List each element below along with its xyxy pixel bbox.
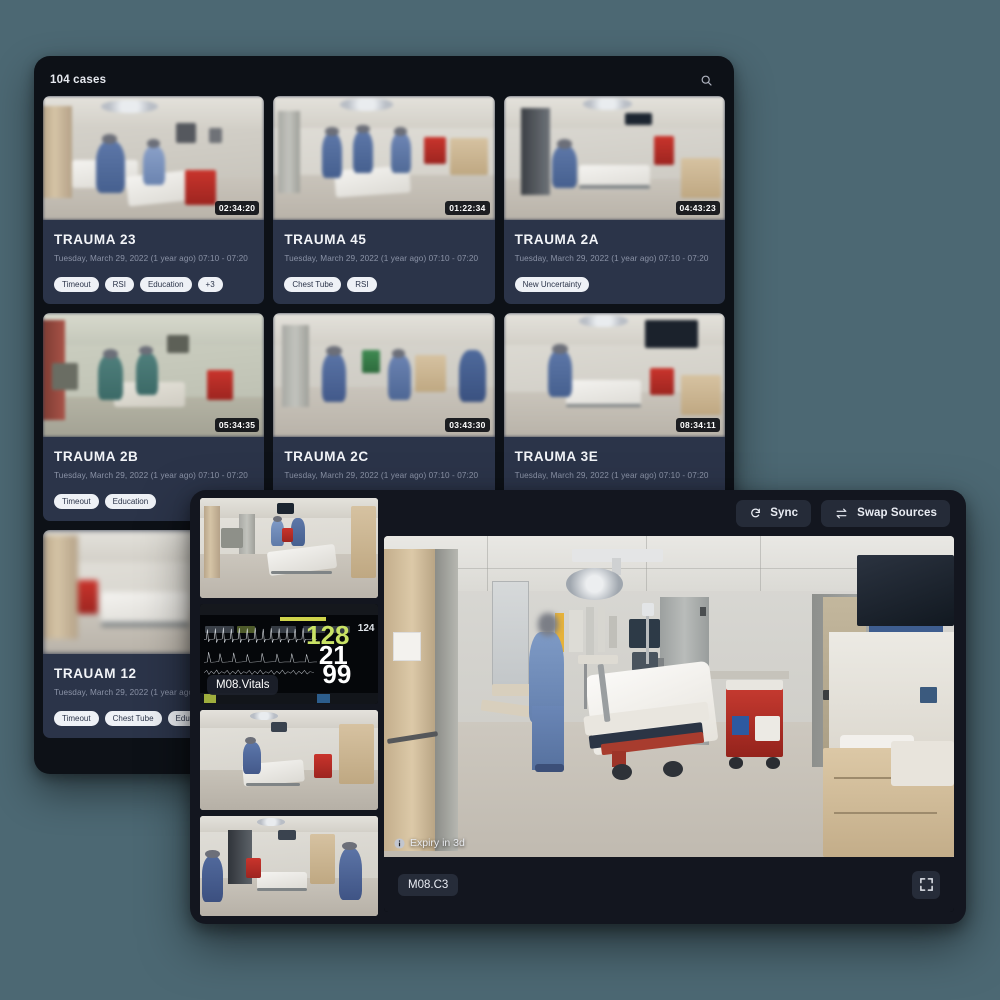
player-footer-bar: M08.C3	[384, 857, 954, 912]
screen: 104 cases 02:34:20 TRAUMA 23 Tuesday, Ma…	[0, 0, 1000, 1000]
case-tag[interactable]: Timeout	[54, 711, 99, 726]
duration-badge: 04:43:23	[675, 201, 720, 215]
source-thumbnail-rail: 128 21 99 124 M08.Vitals	[200, 498, 378, 916]
player-window: Sync Swap Sources 128 21 99 124 M08.Vita…	[190, 490, 966, 924]
case-tag[interactable]: Education	[104, 494, 157, 509]
case-tag[interactable]: New Uncertainty	[514, 277, 590, 292]
vitals-monitor-display: 128 21 99 124 M08.Vitals	[200, 604, 378, 704]
case-tag[interactable]: Timeout	[54, 277, 99, 292]
refresh-icon	[749, 507, 762, 520]
case-tag-list: Chest Tube RSI	[284, 277, 483, 292]
sync-label: Sync	[770, 507, 799, 519]
case-subtitle: Tuesday, March 29, 2022 (1 year ago) 07:…	[514, 254, 709, 263]
main-video[interactable]: Expiry in 3d	[384, 536, 954, 857]
case-card-body: TRAUMA 2A Tuesday, March 29, 2022 (1 yea…	[504, 220, 725, 304]
case-title: TRAUMA 23	[54, 232, 137, 247]
camera-label: M08.C3	[398, 873, 459, 896]
case-thumbnail[interactable]: 02:34:20	[43, 96, 265, 220]
thumbnail-source-vitals[interactable]: 128 21 99 124 M08.Vitals	[200, 604, 378, 704]
case-title: TRAUMA 2C	[284, 449, 369, 464]
case-tag-overflow[interactable]: +3	[197, 277, 223, 292]
case-subtitle: Tuesday, March 29, 2022 (1 year ago) 07:…	[54, 471, 248, 480]
duration-badge: 05:34:35	[214, 418, 260, 432]
case-subtitle: Tuesday, March 29, 2022 (1 year ago) 07:…	[284, 471, 479, 480]
wall-monitor	[857, 555, 954, 626]
case-count-label: 104 cases	[50, 74, 107, 86]
swap-arrows-icon	[834, 507, 849, 520]
case-tag[interactable]: Education	[139, 277, 192, 292]
duration-badge: 02:34:20	[214, 201, 260, 215]
main-player-stage: Expiry in 3d M08.C3	[384, 536, 954, 912]
case-thumbnail[interactable]: 03:43:30	[273, 313, 495, 437]
case-subtitle: Tuesday, March 29, 2022 (1 year ago) 07:…	[514, 471, 709, 480]
vitals-spo2-value: 99	[322, 659, 352, 689]
case-thumbnail[interactable]: 05:34:35	[43, 313, 265, 437]
thumbnail-source-4[interactable]	[200, 816, 378, 916]
case-subtitle: Tuesday, March 29, 2022 (1 year ago) 07:…	[54, 254, 248, 263]
case-card[interactable]: 01:22:34 TRAUMA 45 Tuesday, March 29, 20…	[273, 96, 495, 304]
case-tag[interactable]: Chest Tube	[104, 711, 162, 726]
case-tag-list: New Uncertainty	[514, 277, 714, 292]
scene-room-wide	[200, 498, 378, 598]
case-title: TRAUMA 2A	[514, 232, 600, 247]
info-icon	[394, 837, 405, 849]
swap-sources-button[interactable]: Swap Sources	[821, 499, 950, 527]
case-thumbnail[interactable]: 04:43:23	[503, 96, 725, 220]
case-tag[interactable]: Timeout	[54, 494, 99, 509]
case-card-body: TRAUMA 45 Tuesday, March 29, 2022 (1 yea…	[273, 220, 494, 304]
sync-button[interactable]: Sync	[736, 499, 812, 527]
case-card[interactable]: 02:34:20 TRAUMA 23 Tuesday, March 29, 20…	[43, 96, 265, 304]
thumbnail-label-vitals: M08.Vitals	[207, 675, 279, 695]
case-title: TRAUMA 2B	[54, 449, 139, 464]
case-card[interactable]: 04:43:23 TRAUMA 2A Tuesday, March 29, 20…	[503, 96, 725, 304]
thumbnail-source-3[interactable]	[200, 710, 378, 810]
fullscreen-icon[interactable]	[912, 870, 940, 899]
duration-badge: 08:34:11	[676, 418, 720, 432]
vitals-nibp-value: 124	[357, 623, 375, 634]
case-tag[interactable]: Chest Tube	[284, 277, 342, 292]
case-title: TRAUMA 3E	[514, 449, 599, 464]
thumbnail-source-1[interactable]	[200, 498, 378, 598]
expiry-label: Expiry in 3d	[410, 837, 465, 849]
case-thumbnail[interactable]: 01:22:34	[273, 96, 495, 220]
case-title: TRAUMA 45	[284, 232, 367, 247]
case-tag[interactable]: RSI	[104, 277, 134, 292]
case-thumbnail[interactable]: 08:34:11	[503, 313, 725, 437]
search-icon[interactable]	[696, 70, 716, 90]
duration-badge: 01:22:34	[445, 201, 490, 215]
scene-room-bed	[200, 710, 378, 810]
case-subtitle: Tuesday, March 29, 2022 (1 year ago) 07:…	[284, 254, 479, 263]
case-card-body: TRAUMA 23 Tuesday, March 29, 2022 (1 yea…	[43, 220, 264, 304]
case-tag-list: Timeout RSI Education +3	[54, 277, 253, 292]
expiry-notice: Expiry in 3d	[394, 837, 465, 849]
swap-sources-label: Swap Sources	[857, 507, 937, 519]
player-toolbar: Sync Swap Sources	[386, 490, 966, 536]
duration-badge: 03:43:30	[445, 418, 490, 432]
case-list-header: 104 cases	[42, 64, 726, 96]
scene-room-staff	[200, 816, 378, 916]
case-tag[interactable]: RSI	[347, 277, 377, 292]
scene-main-trauma-bay	[384, 536, 954, 857]
